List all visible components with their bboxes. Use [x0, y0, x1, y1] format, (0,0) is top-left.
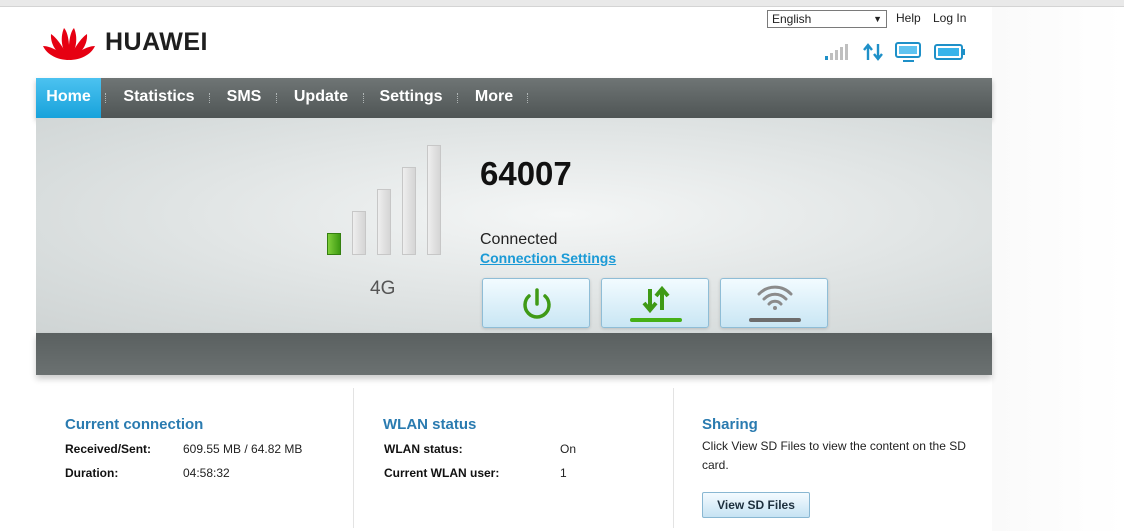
language-select[interactable]: English ▼ [767, 10, 887, 28]
connection-hero-panel: 4G 64007 Connected Connection Settings [36, 118, 992, 333]
dropdown-arrow-icon: ▼ [873, 14, 882, 24]
hero-footer-bar [36, 333, 992, 375]
nav-separator [527, 93, 530, 103]
signal-bar [427, 145, 441, 255]
nav-item-more[interactable]: More [468, 78, 520, 118]
wlan-button[interactable] [720, 278, 828, 328]
nav-item-home[interactable]: Home [36, 78, 101, 118]
sharing-panel: Sharing Click View SD Files to view the … [702, 392, 992, 531]
data-connection-button[interactable] [601, 278, 709, 328]
signal-bar [327, 233, 341, 255]
wlan-status-title: WLAN status [383, 416, 477, 433]
nav-item-sms[interactable]: SMS [220, 78, 268, 118]
nav-item-statistics[interactable]: Statistics [116, 78, 202, 118]
wlan-users-value: 1 [560, 466, 567, 480]
wlan-users-label: Current WLAN user: [384, 466, 500, 480]
signal-bar [377, 189, 391, 255]
brand-name: HUAWEI [105, 27, 208, 56]
received-sent-value: 609.55 MB / 64.82 MB [183, 442, 303, 456]
nav-separator [363, 93, 366, 103]
duration-label: Duration: [65, 466, 119, 480]
nav-separator [209, 93, 212, 103]
signal-strength-icon [824, 43, 852, 66]
nav-separator [276, 93, 279, 103]
sharing-description: Click View SD Files to view the content … [702, 439, 966, 472]
operator-name: 64007 [480, 155, 572, 192]
data-toggle-icon [630, 285, 682, 322]
signal-bar [352, 211, 366, 255]
login-link[interactable]: Log In [933, 11, 966, 25]
huawei-logo: HUAWEI [41, 22, 208, 62]
battery-icon [934, 43, 966, 66]
received-sent-label: Received/Sent: [65, 442, 152, 456]
power-icon [523, 288, 551, 319]
view-sd-files-button[interactable]: View SD Files [702, 492, 810, 518]
signal-bar [402, 167, 416, 255]
duration-value: 04:58:32 [183, 466, 230, 480]
nav-item-update[interactable]: Update [287, 78, 355, 118]
power-button[interactable] [482, 278, 590, 328]
huawei-petal-logo-icon [43, 28, 95, 60]
wlan-status-label: WLAN status: [384, 442, 463, 456]
sharing-title: Sharing [702, 416, 758, 433]
main-nav: Home Statistics SMS Update Settings More [36, 78, 992, 118]
current-connection-title: Current connection [65, 416, 204, 433]
nav-item-settings[interactable]: Settings [374, 78, 448, 118]
panel-divider [353, 388, 354, 528]
status-icon-bar [824, 42, 976, 67]
wlan-status-value: On [560, 442, 577, 456]
nav-separator [457, 93, 460, 103]
connection-settings-link[interactable]: Connection Settings [480, 250, 616, 266]
wlan-status-panel: WLAN status WLAN status: On Current WLAN… [383, 392, 663, 531]
network-type: 4G [370, 278, 396, 299]
page-margin [992, 7, 1124, 531]
data-transfer-icon [862, 42, 884, 67]
panel-divider [673, 388, 674, 528]
nav-separator [105, 93, 108, 103]
help-link[interactable]: Help [896, 11, 921, 25]
connection-state: Connected [480, 231, 558, 248]
wifi-icon [749, 285, 801, 322]
browser-top-strip [0, 0, 1124, 7]
language-selected: English [772, 12, 812, 26]
monitor-icon [894, 42, 924, 67]
current-connection-panel: Current connection Received/Sent: 609.55… [65, 392, 345, 531]
